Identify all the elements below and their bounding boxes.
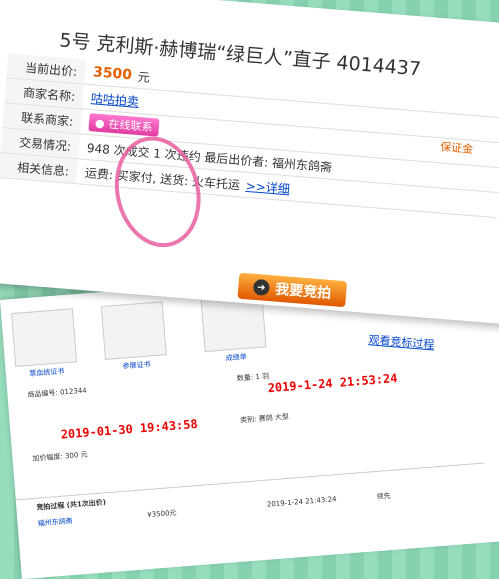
thumb-caption: 票血统证书 [29, 367, 65, 378]
related-label: 相关信息: [0, 153, 79, 184]
lot-detail-table: 当前出价: 3500 元 商家名称: 咕咕拍卖 联系商家: ● 在线联系 交易情况:… [0, 53, 499, 219]
thumb-pedigree[interactable]: 票血统证书 [11, 308, 78, 378]
bid-button-label: 我要竞拍 [274, 281, 332, 303]
price-unit: 元 [137, 69, 151, 85]
history-bidder[interactable]: 福州东鸽斋 [37, 516, 73, 529]
contact-button[interactable]: ● 在线联系 [88, 113, 160, 137]
thumb-caption: 成绩单 [225, 352, 248, 363]
thumb-caption: 参展证书 [122, 360, 151, 371]
end-time: 2019-1-24 21:53:24 [267, 371, 398, 396]
bid-history-table: 竞拍过程 (共1次出价) 福州东鸽斋 ¥3500元 2019-1-24 21:4… [15, 462, 485, 528]
category: 类别: 赛鸽 大型 [239, 412, 290, 425]
contact-button-label: 在线联系 [108, 117, 153, 135]
chat-icon: ● [94, 116, 106, 130]
quantity: 数量: 1 羽 [236, 372, 270, 383]
detail-link[interactable]: >>详细 [245, 176, 290, 196]
current-price: 3500 [92, 64, 133, 84]
lot-number: 商品编号: 012344 [27, 386, 87, 400]
history-amount: ¥3500元 [147, 508, 177, 520]
history-title: 竞拍过程 (共1次出价) [36, 498, 107, 512]
deposit-label: 保证金 [439, 140, 474, 156]
start-time: 2019-01-30 19:43:58 [60, 416, 199, 442]
history-time: 2019-1-24 21:43:24 [266, 495, 337, 509]
merchant-link[interactable]: 咕咕拍卖 [90, 89, 139, 110]
bid-button[interactable]: ➜ 我要竞拍 [237, 272, 348, 308]
upper-screenshot-card: 5号 克利斯·赫博瑞“绿巨人”直子 4014437 当前出价: 3500 元 商家… [0, 0, 499, 351]
thumb-show[interactable]: 参展证书 [100, 301, 167, 371]
history-status: 领先 [376, 491, 391, 502]
arrow-icon: ➜ [252, 278, 270, 297]
add-price: 加价幅度: 300 元 [32, 450, 88, 463]
